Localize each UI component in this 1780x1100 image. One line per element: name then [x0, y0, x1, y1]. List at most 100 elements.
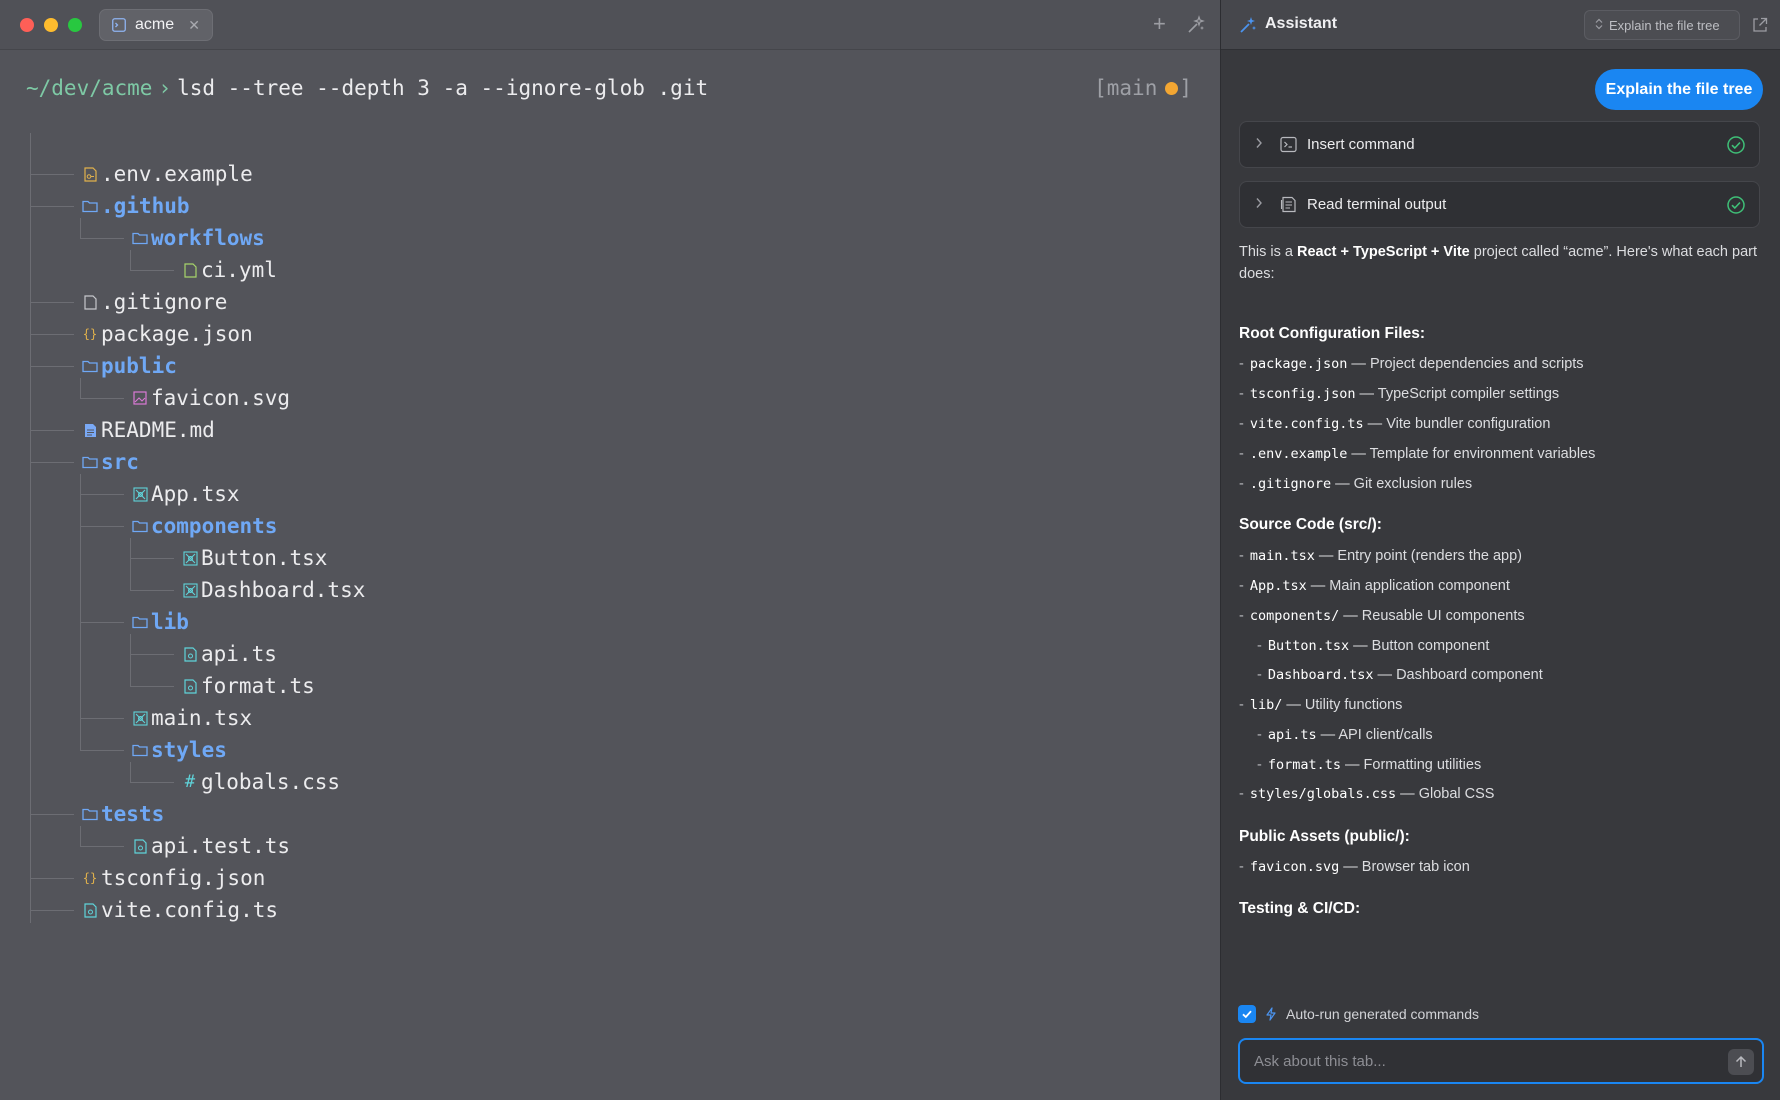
tree-directory[interactable]: src: [82, 446, 139, 478]
tree-file[interactable]: api.ts: [182, 638, 277, 670]
section-heading: Public Assets (public/):: [1239, 828, 1410, 845]
check-circle-icon: [1726, 135, 1746, 155]
tree-entry-name: api.test.ts: [151, 834, 291, 858]
react-icon: [182, 550, 198, 566]
new-tab-button[interactable]: +: [1153, 12, 1166, 36]
tree-file[interactable]: vite.config.ts: [82, 894, 278, 926]
list-item: - .gitignore — Git exclusion rules: [1239, 473, 1472, 495]
folder-icon: [82, 454, 98, 470]
tree-file[interactable]: .env.example: [82, 158, 253, 190]
tree-file[interactable]: {} tsconfig.json: [82, 862, 266, 894]
tree-entry-name: public: [101, 354, 177, 378]
list-item: - tsconfig.json — TypeScript compiler set…: [1239, 383, 1559, 405]
tree-directory[interactable]: components: [132, 510, 277, 542]
tree-file[interactable]: {} package.json: [82, 318, 253, 350]
list-item: - package.json — Project dependencies and…: [1239, 353, 1584, 375]
tree-connector: [80, 622, 124, 623]
tree-file[interactable]: .gitignore: [82, 286, 227, 318]
bullet-dash: -: [1239, 578, 1244, 594]
list-item-text: — Button component: [1349, 638, 1490, 654]
tree-connector: [30, 430, 74, 431]
maximize-window-button[interactable]: [68, 18, 82, 32]
tree-file[interactable]: ci.yml: [182, 254, 277, 286]
list-item-text: — Project dependencies and scripts: [1347, 356, 1584, 372]
tree-directory[interactable]: styles: [132, 734, 227, 766]
tree-entry-name: workflows: [151, 226, 265, 250]
tree-entry-name: src: [101, 450, 139, 474]
tree-file[interactable]: README.md: [82, 414, 215, 446]
tree-file[interactable]: main.tsx: [132, 702, 252, 734]
tree-directory[interactable]: workflows: [132, 222, 265, 254]
tree-directory[interactable]: tests: [82, 798, 164, 830]
tree-file[interactable]: api.test.ts: [132, 830, 290, 862]
tree-entry-name: Dashboard.tsx: [201, 578, 366, 602]
tree-connector: [130, 590, 174, 591]
react-icon: [182, 582, 198, 598]
list-item: - format.ts — Formatting utilities: [1257, 754, 1481, 776]
intro-bold-text: React + TypeScript + Vite: [1297, 244, 1470, 260]
tree-file[interactable]: # globals.css: [182, 766, 340, 798]
list-item-code: tsconfig.json: [1249, 386, 1356, 402]
conversation-selector[interactable]: Explain the file tree: [1584, 10, 1740, 40]
bullet-dash: -: [1239, 386, 1244, 402]
user-message-bubble: Explain the file tree: [1595, 69, 1763, 110]
tree-entry-name: vite.config.ts: [101, 898, 279, 922]
bullet-dash: -: [1257, 727, 1262, 743]
tree-directory[interactable]: .github: [82, 190, 190, 222]
dirty-status-dot: [1165, 81, 1179, 95]
tree-connector: [30, 366, 74, 367]
list-item-text: — Main application component: [1306, 578, 1510, 594]
ask-input[interactable]: [1254, 1040, 1694, 1082]
bullet-dash: -: [1239, 859, 1244, 875]
list-item: - .env.example — Template for environment…: [1239, 443, 1595, 465]
open-external-icon[interactable]: [1751, 16, 1769, 34]
tree-connector: [130, 686, 174, 687]
list-item: - Button.tsx — Button component: [1257, 635, 1489, 657]
tree-entry-name: favicon.svg: [151, 386, 291, 410]
tree-guide: [130, 634, 131, 686]
tree-file[interactable]: Button.tsx: [182, 542, 327, 574]
tree-file[interactable]: Dashboard.tsx: [182, 574, 365, 606]
tree-connector: [80, 750, 124, 751]
list-item-text: — TypeScript compiler settings: [1355, 386, 1560, 402]
branch-name: [main: [1094, 76, 1158, 100]
tree-directory[interactable]: lib: [132, 606, 189, 638]
tree-connector: [30, 910, 74, 911]
tool-label: Insert command: [1307, 136, 1415, 153]
tree-file[interactable]: favicon.svg: [132, 382, 290, 414]
tree-connector: [80, 526, 124, 527]
minimize-window-button[interactable]: [44, 18, 58, 32]
tree-connector: [130, 558, 174, 559]
tree-entry-name: tsconfig.json: [101, 866, 266, 890]
tool-call-read-terminal-output[interactable]: Read terminal output: [1239, 181, 1760, 228]
list-item-code: .env.example: [1249, 446, 1348, 462]
terminal-tab[interactable]: acme ✕: [99, 9, 213, 41]
tree-file[interactable]: format.ts: [182, 670, 315, 702]
ask-input-box[interactable]: [1238, 1038, 1764, 1084]
tree-file[interactable]: App.tsx: [132, 478, 240, 510]
tool-call-insert-command[interactable]: Insert command: [1239, 121, 1760, 168]
ai-sparkle-icon[interactable]: [1186, 15, 1206, 35]
tree-directory[interactable]: public: [82, 350, 177, 382]
list-item-text: — Utility functions: [1282, 697, 1403, 713]
close-tab-icon[interactable]: ✕: [188, 17, 200, 34]
folder-icon: [82, 806, 98, 822]
tree-connector: [130, 782, 174, 783]
send-button[interactable]: [1728, 1049, 1754, 1075]
list-item-text: — Browser tab icon: [1339, 859, 1470, 875]
list-item-text: — Vite bundler configuration: [1363, 416, 1551, 432]
list-item-code: vite.config.ts: [1249, 416, 1364, 432]
autorun-checkbox[interactable]: [1238, 1005, 1256, 1023]
close-window-button[interactable]: [20, 18, 34, 32]
list-item-text: — Entry point (renders the app): [1314, 548, 1523, 564]
branch-bracket: ]: [1179, 76, 1192, 100]
bullet-dash: -: [1239, 356, 1244, 372]
terminal-pane[interactable]: ~/dev/acme › lsd --tree --depth 3 -a --ign…: [0, 51, 1220, 1100]
list-item-code: .gitignore: [1249, 476, 1332, 492]
tree-entry-name: .env.example: [101, 162, 253, 186]
prompt-cwd: ~/dev/acme: [26, 76, 153, 100]
tree-connector: [30, 174, 74, 175]
intro-text: This is a: [1239, 244, 1298, 260]
ts-file-icon: [182, 646, 198, 662]
tree-entry-name: format.ts: [201, 674, 315, 698]
